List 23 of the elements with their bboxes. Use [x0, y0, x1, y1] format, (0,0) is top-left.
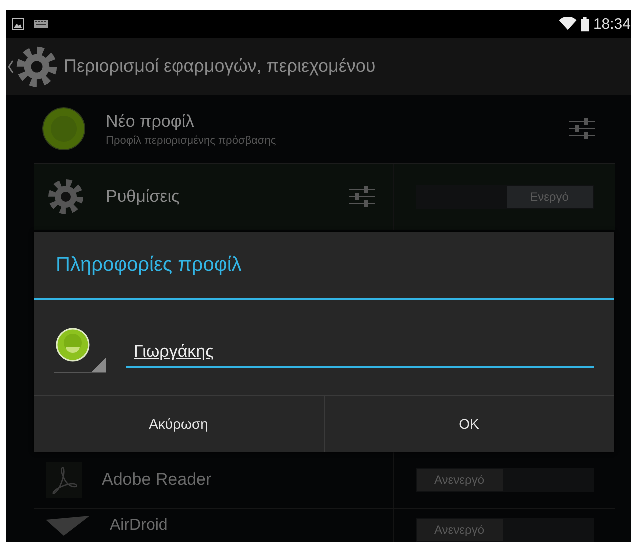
- app-name: Ρυθμίσεις: [106, 187, 181, 207]
- profile-name: Νέο προφίλ: [106, 112, 196, 132]
- image-icon: [12, 18, 24, 30]
- battery-icon: [581, 16, 590, 32]
- profile-subtitle: Προφίλ περιορισμένης πρόσβασης: [106, 134, 278, 146]
- avatar-icon: [42, 107, 86, 151]
- app-name: AirDroid: [110, 516, 169, 534]
- screen-title: Περιορισμοί εφαρμογών, περιεχομένου: [64, 56, 376, 77]
- gear-icon: [46, 177, 86, 217]
- app-name: Adobe Reader: [102, 470, 213, 490]
- keyboard-icon: [34, 20, 48, 28]
- sliders-icon[interactable]: [349, 186, 375, 208]
- dialog-button[interactable]: OK: [324, 396, 614, 452]
- paper-plane-icon: [46, 516, 90, 536]
- chevron-left-icon: [8, 60, 14, 74]
- sliders-icon[interactable]: [569, 118, 595, 140]
- name-field[interactable]: Γιωργάκης: [126, 338, 594, 368]
- wifi-icon: [559, 17, 578, 31]
- avatar-picker[interactable]: [54, 328, 106, 374]
- dialog-button[interactable]: Ακύρωση: [34, 396, 324, 452]
- pdf-icon: [46, 462, 82, 498]
- status-time: 18:34: [593, 16, 631, 32]
- dialog-title: Πληροφορίες προφίλ: [55, 253, 243, 278]
